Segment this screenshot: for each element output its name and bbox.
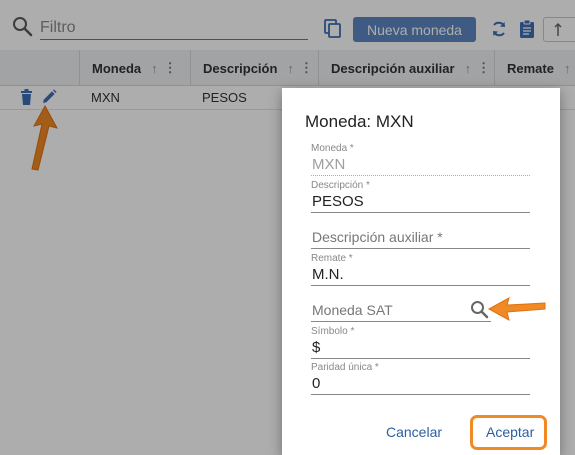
- simbolo-field[interactable]: Símbolo * $: [311, 326, 530, 359]
- simbolo-label: Símbolo *: [311, 326, 355, 337]
- moneda-underline: [311, 175, 530, 176]
- moneda-label: Moneda *: [311, 143, 354, 154]
- currency-page: Nueva moneda Moneda ↑ ⋮ Descripción ↑ ⋮ …: [0, 0, 575, 455]
- paridad-underline: [311, 394, 530, 395]
- descripcion-label: Descripción *: [311, 180, 370, 191]
- remate-field[interactable]: Remate * M.N.: [311, 253, 530, 286]
- simbolo-input[interactable]: $: [311, 338, 530, 358]
- descripcion-input[interactable]: PESOS: [311, 192, 530, 212]
- paridad-input[interactable]: 0: [311, 374, 530, 394]
- cancel-button[interactable]: Cancelar: [386, 424, 442, 440]
- currency-dialog: Moneda: MXN Moneda * MXN Descripción * P…: [282, 88, 560, 455]
- accept-button[interactable]: Aceptar: [486, 424, 534, 440]
- moneda-value: MXN: [312, 156, 346, 173]
- paridad-label: Paridad única *: [311, 362, 379, 373]
- annotation-arrow-left: [487, 296, 546, 321]
- descripcion-auxiliar-field[interactable]: Descripción auxiliar *: [311, 226, 530, 249]
- remate-input[interactable]: M.N.: [311, 265, 530, 285]
- dialog-title: Moneda: MXN: [305, 112, 414, 131]
- descripcion-auxiliar-input[interactable]: Descripción auxiliar *: [311, 226, 530, 248]
- descripcion-field[interactable]: Descripción * PESOS: [311, 180, 530, 213]
- descripcion-underline: [311, 212, 530, 213]
- remate-label: Remate *: [311, 253, 353, 264]
- moneda-sat-field[interactable]: Moneda SAT: [311, 299, 491, 322]
- remate-underline: [311, 285, 530, 286]
- moneda-sat-input[interactable]: Moneda SAT: [311, 299, 491, 321]
- moneda-sat-underline: [311, 321, 491, 322]
- simbolo-underline: [311, 358, 530, 359]
- moneda-field: Moneda * MXN: [311, 143, 530, 176]
- descripcion-auxiliar-underline: [311, 248, 530, 249]
- paridad-field[interactable]: Paridad única * 0: [311, 362, 530, 395]
